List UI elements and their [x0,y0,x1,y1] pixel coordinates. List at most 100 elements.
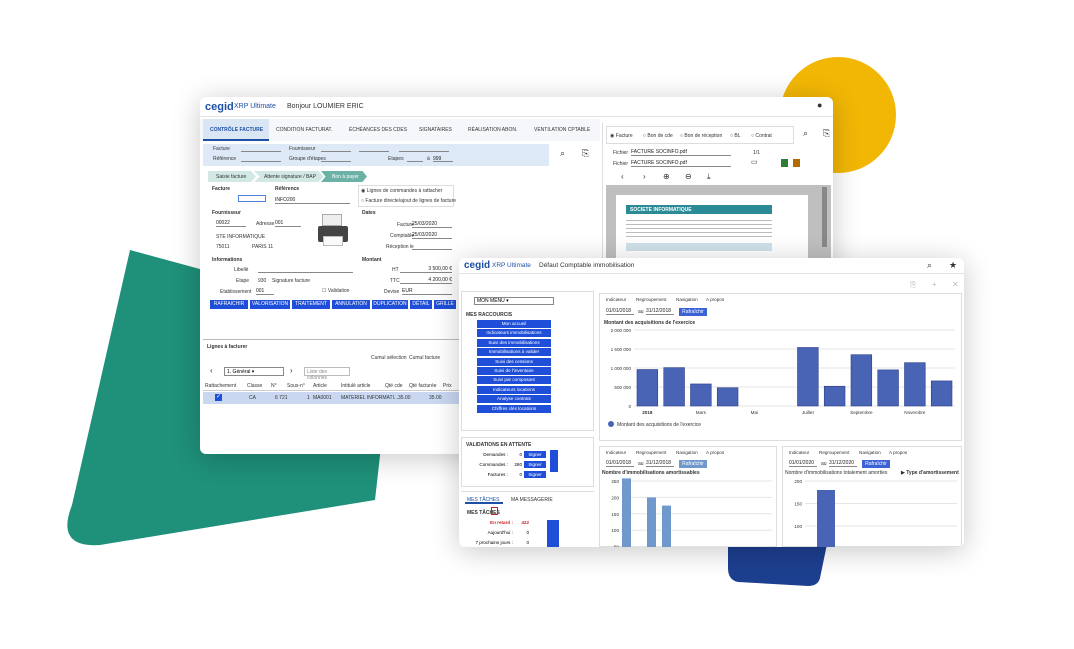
radio-facture-directe[interactable]: ○ Facture directe/ajout de lignes de fac… [361,198,456,204]
dashboard-tab[interactable]: A propos [889,450,907,455]
dashboard-tab[interactable]: Navigation [859,450,881,455]
shortcut-button[interactable]: Suivi des immobilisations [477,338,551,347]
col-article[interactable]: Article [313,383,327,389]
fournisseur-input[interactable] [321,146,351,152]
viewer-zoom-doc-icon[interactable]: ⎘ [823,129,830,138]
radio-bl[interactable]: ○ BL [730,133,741,139]
facture-input[interactable] [241,146,281,152]
dashboard-tab[interactable]: Regroupement [636,450,666,455]
sign-all-icon[interactable] [550,450,558,472]
tab-mes-taches[interactable]: MES TÂCHES [465,494,503,504]
rafraichir-button[interactable]: RAFRAICHIR [210,300,248,309]
col-prix[interactable]: Prix [443,383,452,389]
viewer-search-icon[interactable]: ⌕ [803,129,808,138]
radio-lignes-commandes[interactable]: ◉ Lignes de commandes à rattacher [361,188,442,194]
traitement-button[interactable]: TRAITEMENT [292,300,330,309]
zoom-in-icon[interactable]: ⊕ [663,173,670,181]
col-sous-numero[interactable]: Sous-n° [287,383,305,389]
tab-condition-facturat[interactable]: CONDITION FACTURAT. [276,127,332,133]
date-from-field[interactable]: 01/01/2018 [606,308,634,315]
columns-filter-input[interactable]: Liste des colonnes [304,367,350,381]
radio-bon-reception[interactable]: ○ Bon de réception [680,133,722,139]
fournisseur-code-field[interactable]: 00022 [216,220,246,227]
grille-button[interactable]: GRILLE [434,300,456,309]
user-icon[interactable]: ● [817,101,822,110]
menu-select[interactable]: MON MENU ▾ [474,297,554,305]
chevron-right-icon[interactable]: › [290,367,293,375]
annulation-button[interactable]: ANNULATION [332,300,370,309]
tab-echeances[interactable]: ÉCHÉANCES DES CDES [349,127,407,133]
p2-date-to[interactable]: 31/12/2018 [646,460,674,467]
p3-date-from[interactable]: 01/01/2020 [789,460,817,467]
shortcut-button[interactable]: Suivi par composant [477,376,551,385]
zoom-out-icon[interactable]: ⊖ [685,173,692,181]
ttc-field[interactable]: 4 200,00 € [400,277,452,284]
reference-field[interactable]: INFO200 [275,197,350,204]
duplication-button[interactable]: DUPLICATION [372,300,408,309]
col-intitule[interactable]: Intitulé article [341,383,370,389]
valorisation-button[interactable]: VALORISATION [250,300,290,309]
date-to-field[interactable]: 31/12/2018 [646,308,674,315]
tab-signataires[interactable]: SIGNATAIRES [419,127,452,133]
col-qte-facturee[interactable]: Qté facturée [409,383,437,389]
dashboard-tab[interactable]: A propos [706,450,724,455]
advanced-search-icon[interactable]: ⎘ [582,149,589,158]
shortcut-button[interactable]: Analyse contrats [477,395,551,404]
p3-refresh-button[interactable]: Rafraîchir [862,460,890,468]
libelle-field[interactable] [258,266,353,273]
p2-refresh-button[interactable]: Rafraîchir [679,460,707,468]
facture-field[interactable] [238,195,266,202]
plus-icon[interactable]: + [932,281,937,289]
dashboard-tab[interactable]: Navigation [676,450,698,455]
shortcut-button[interactable]: Mon accueil [477,320,551,328]
etablissement-field[interactable]: 001 [256,288,274,295]
dashboard-tab[interactable]: Regroupement [819,450,849,455]
prev-page-icon[interactable]: ‹ [621,173,624,181]
download-icon[interactable]: ⤓ [707,173,711,181]
ht-field[interactable]: 3 500,00 € [400,266,452,273]
sign-button[interactable]: Signer [524,471,546,478]
dashboard-tab[interactable]: A propos [706,297,724,302]
dashboard-tab[interactable]: Indicateur [606,450,626,455]
groupe-input[interactable] [321,156,351,162]
dashboard-tab[interactable]: Navigation [676,297,698,302]
sign-button[interactable]: Signer [524,451,546,458]
dashboard-tab[interactable]: Regroupement [636,297,666,302]
next-page-icon[interactable]: › [643,173,646,181]
filter-range-from[interactable] [359,146,389,152]
col-numero[interactable]: N° [271,383,277,389]
delete-icon[interactable]: ✕ [952,281,959,289]
tab-controle-facture[interactable]: CONTRÔLE FACTURE [203,119,269,141]
col-classe[interactable]: Classe [247,383,262,389]
grid-view-select[interactable]: 1. Général ▾ [224,367,284,376]
p2-date-from[interactable]: 01/01/2018 [606,460,634,467]
adresse-field[interactable]: 001 [275,220,301,227]
reference-input[interactable] [241,156,281,162]
folder-icon[interactable]: ▭ [751,159,758,166]
shortcut-button[interactable]: Suivi des cessions [477,357,551,366]
shortcut-button[interactable]: Indicateurs locations [477,385,551,394]
shortcut-button[interactable]: Immobilisations à valider [477,348,551,357]
shortcut-button[interactable]: Chiffres clés locations [477,404,551,413]
dashboard-tab[interactable]: Indicateur [606,297,626,302]
shortcut-button[interactable]: Indicateurs immobilisations [477,329,551,338]
fichier-field-2[interactable]: FACTURE SOCINFO.pdf [631,160,731,167]
detail-button[interactable]: DÉTAIL [410,300,432,309]
sign-button[interactable]: Signer [524,461,546,468]
p3-date-to[interactable]: 31/12/2020 [829,460,857,467]
shortcut-button[interactable]: Suivi de l'inventaire [477,367,551,375]
tab-ventilation[interactable]: VENTILATION CPTABLE [534,127,590,133]
tab-ma-messagerie[interactable]: MA MESSAGERIE [511,497,553,503]
validation-checkbox[interactable]: ☐ Validation [322,288,349,294]
copy-icon[interactable]: ⎘ [910,281,916,289]
chevron-left-icon[interactable]: ‹ [210,367,213,375]
pdf-scrollbar[interactable] [822,187,827,247]
row-checkbox[interactable]: ✓ [215,394,222,401]
filter-range-to[interactable] [399,146,449,152]
date-facture-field[interactable]: 25/03/2020 [412,221,452,228]
col-rattachement[interactable]: Rattachement [205,383,236,389]
task-count[interactable]: 0 [517,540,529,545]
task-count[interactable]: 422 [517,520,529,525]
dashboard-tab[interactable]: Indicateur [789,450,809,455]
star-icon[interactable]: ★ [949,261,957,270]
